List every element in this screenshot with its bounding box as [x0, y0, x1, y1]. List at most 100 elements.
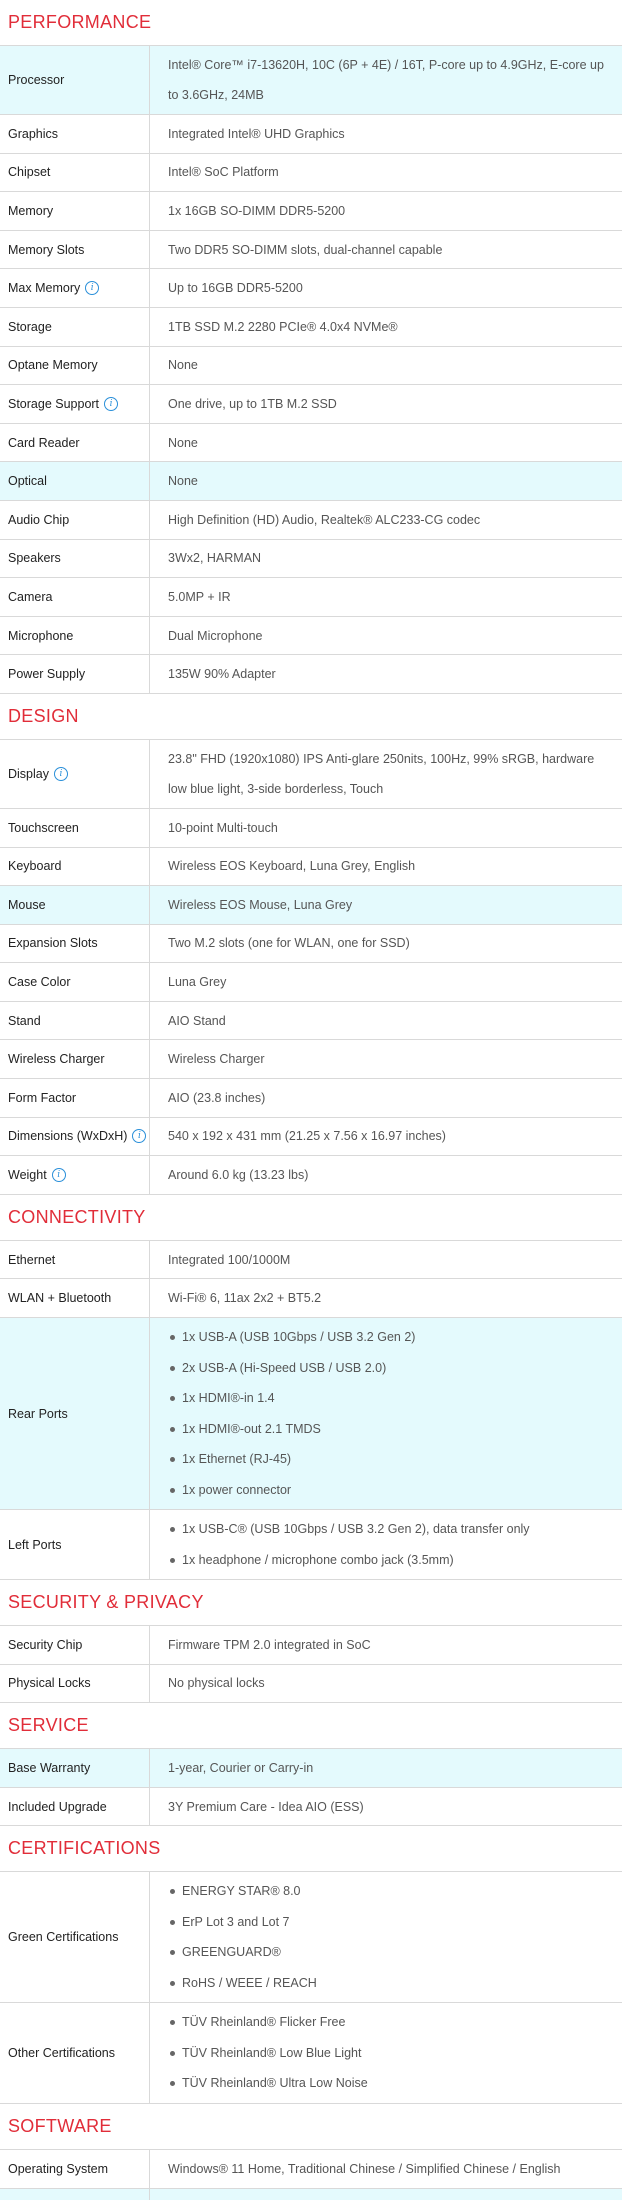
spec-value: Integrated Intel® UHD Graphics	[168, 126, 345, 141]
spec-label: Case Color	[0, 963, 150, 1001]
spec-label-text: Keyboard	[8, 859, 62, 874]
spec-label-text: Rear Ports	[8, 1406, 68, 1421]
spec-value: 1x 16GB SO-DIMM DDR5-5200	[168, 203, 346, 218]
spec-row-display: Display i 23.8" FHD (1920x1080) IPS Anti-g…	[0, 739, 622, 809]
spec-row-dimensions-wxdxh: Dimensions (WxDxH) i 540 x 192 x 431 mm (2…	[0, 1117, 622, 1157]
list-item: ErP Lot 3 and Lot 7	[168, 1907, 317, 1938]
spec-label-text: Security Chip	[8, 1637, 83, 1652]
spec-value: Dual Microphone	[168, 628, 263, 643]
spec-label-text: Processor	[8, 73, 65, 87]
spec-value: 3Y Premium Care - Idea AIO (ESS)	[168, 1799, 364, 1814]
spec-label-text: Memory Slots	[8, 242, 85, 257]
spec-label-text: Mouse	[8, 897, 46, 912]
spec-value: Wireless EOS Keyboard, Luna Grey, Englis…	[168, 859, 416, 874]
spec-label-text: Max Memory	[8, 281, 81, 296]
spec-label-text: Touchscreen	[8, 820, 79, 835]
spec-label: Speakers	[0, 539, 150, 578]
spec-label-text: Card Reader	[8, 435, 80, 450]
list-item: TÜV Rheinland® Ultra Low Noise	[168, 2068, 368, 2099]
spec-row-expansion-slots: Expansion Slots Two M.2 slots (one for WL…	[0, 924, 622, 964]
spec-value: 23.8" FHD (1920x1080) IPS Anti-glare 250…	[168, 751, 595, 796]
spec-label-text: Storage	[8, 319, 52, 334]
spec-label-text: Stand	[8, 1013, 41, 1028]
spec-row-wlan-bluetooth: WLAN + Bluetooth Wi-Fi® 6, 11ax 2x2 + BT5…	[0, 1279, 622, 1319]
spec-label: Chipset	[0, 153, 150, 192]
spec-label-text: Other Certifications	[8, 2046, 115, 2061]
spec-label: Green Certifications	[0, 1872, 150, 2003]
spec-label: Bundled Software	[0, 2188, 150, 2200]
section-heading-connectivity: CONNECTIVITY	[0, 1195, 622, 1241]
spec-value: 10-point Multi-touch	[168, 820, 278, 835]
spec-value: None	[168, 474, 198, 489]
spec-value: Wireless EOS Mouse, Luna Grey	[168, 897, 353, 912]
spec-label-text: Weight	[8, 1168, 47, 1183]
spec-value: None	[168, 358, 198, 373]
spec-row-base-warranty: Base Warranty 1-year, Courier or Carry-in	[0, 1749, 622, 1788]
spec-row-physical-locks: Physical Locks No physical locks	[0, 1664, 622, 1704]
spec-label: Weight i	[0, 1156, 150, 1194]
list-item: ENERGY STAR® 8.0	[168, 1876, 317, 1907]
spec-value: No physical locks	[168, 1676, 265, 1691]
spec-value: 540 x 192 x 431 mm (21.25 x 7.56 x 16.97…	[168, 1129, 446, 1144]
spec-label-text: Display	[8, 766, 49, 781]
spec-label: Power Supply	[0, 655, 150, 693]
spec-row-microphone: Microphone Dual Microphone	[0, 616, 622, 656]
list-item: 1x USB-C® (USB 10Gbps / USB 3.2 Gen 2), …	[168, 1514, 530, 1545]
spec-label: Stand	[0, 1001, 150, 1040]
spec-row-included-upgrade: Included Upgrade 3Y Premium Care - Idea A…	[0, 1787, 622, 1827]
section-heading-design: DESIGN	[0, 694, 622, 740]
spec-row-touchscreen: Touchscreen 10-point Multi-touch	[0, 808, 622, 848]
section-heading-performance: PERFORMANCE	[0, 0, 622, 46]
spec-label: Other Certifications	[0, 2003, 150, 2103]
spec-row-graphics: Graphics Integrated Intel® UHD Graphics	[0, 115, 622, 154]
spec-value: 3Wx2, HARMAN	[168, 551, 262, 566]
info-icon[interactable]: i	[51, 1168, 66, 1183]
spec-value: Intel® Core™ i7-13620H, 10C (6P + 4E) / …	[168, 58, 604, 102]
spec-value: Integrated 100/1000M	[168, 1252, 291, 1267]
spec-label: Wireless Charger	[0, 1040, 150, 1079]
info-icon[interactable]: i	[132, 1129, 147, 1144]
spec-row-power-supply: Power Supply 135W 90% Adapter	[0, 655, 622, 694]
spec-label-text: Speakers	[8, 551, 61, 566]
section-heading-certifications: CERTIFICATIONS	[0, 1826, 622, 1873]
spec-row-storage: Storage 1TB SSD M.2 2280 PCIe® 4.0x4 NVMe…	[0, 307, 622, 347]
spec-label-text: Power Supply	[8, 667, 86, 682]
spec-value: Wireless Charger	[168, 1052, 265, 1067]
spec-label: Optane Memory	[0, 346, 150, 385]
spec-row-keyboard: Keyboard Wireless EOS Keyboard, Luna Grey…	[0, 847, 622, 887]
spec-label: Storage	[0, 307, 150, 346]
spec-sheet: PERFORMANCE Processor Intel® Core™ i7-1362…	[0, 0, 622, 2200]
list-item: GREENGUARD®	[168, 1937, 317, 1968]
spec-value: 1x USB-A (USB 10Gbps / USB 3.2 Gen 2) 2x …	[150, 1318, 622, 1509]
spec-label-text: Optane Memory	[8, 358, 98, 373]
spec-label: Microphone	[0, 616, 150, 655]
spec-label-text: Camera	[8, 589, 53, 604]
section-heading-software: SOFTWARE	[0, 2104, 622, 2150]
spec-label: Optical	[0, 462, 150, 500]
list-item: RoHS / WEEE / REACH	[168, 1968, 317, 1999]
info-icon[interactable]: i	[54, 766, 68, 781]
spec-row-security-chip: Security Chip Firmware TPM 2.0 integrated…	[0, 1626, 622, 1665]
spec-row-weight: Weight i Around 6.0 kg (13.23 lbs)	[0, 1156, 622, 1195]
spec-row-ethernet: Ethernet Integrated 100/1000M	[0, 1240, 622, 1280]
spec-row-green-certifications: Green Certifications ENERGY STAR® 8.0 ErP …	[0, 1872, 622, 2004]
list-item: 1x power connector	[168, 1475, 415, 1506]
spec-label-text: Chipset	[8, 165, 51, 180]
spec-value: 5.0MP + IR	[168, 589, 231, 604]
spec-row-audio-chip: Audio Chip High Definition (HD) Audio, Re…	[0, 500, 622, 540]
spec-label: Ethernet	[0, 1240, 150, 1279]
spec-row-camera: Camera 5.0MP + IR	[0, 578, 622, 617]
spec-label: Processor	[0, 46, 150, 114]
spec-value: Intel® SoC Platform	[168, 165, 279, 180]
list-item: 1x USB-A (USB 10Gbps / USB 3.2 Gen 2)	[168, 1322, 415, 1353]
spec-label-text: Memory	[8, 203, 54, 218]
spec-row-max-memory: Max Memory i Up to 16GB DDR5-5200	[0, 269, 622, 308]
info-icon[interactable]: i	[85, 281, 100, 296]
spec-label: Rear Ports	[0, 1318, 150, 1510]
spec-row-processor: Processor Intel® Core™ i7-13620H, 10C (6P…	[0, 46, 622, 115]
spec-value-list: 1x USB-A (USB 10Gbps / USB 3.2 Gen 2) 2x …	[168, 1318, 415, 1509]
spec-label: Security Chip	[0, 1626, 150, 1664]
info-icon[interactable]: i	[104, 396, 119, 411]
spec-row-rear-ports: Rear Ports 1x USB-A (USB 10Gbps / USB 3.2…	[0, 1318, 622, 1511]
spec-row-memory: Memory 1x 16GB SO-DIMM DDR5-5200	[0, 192, 622, 231]
